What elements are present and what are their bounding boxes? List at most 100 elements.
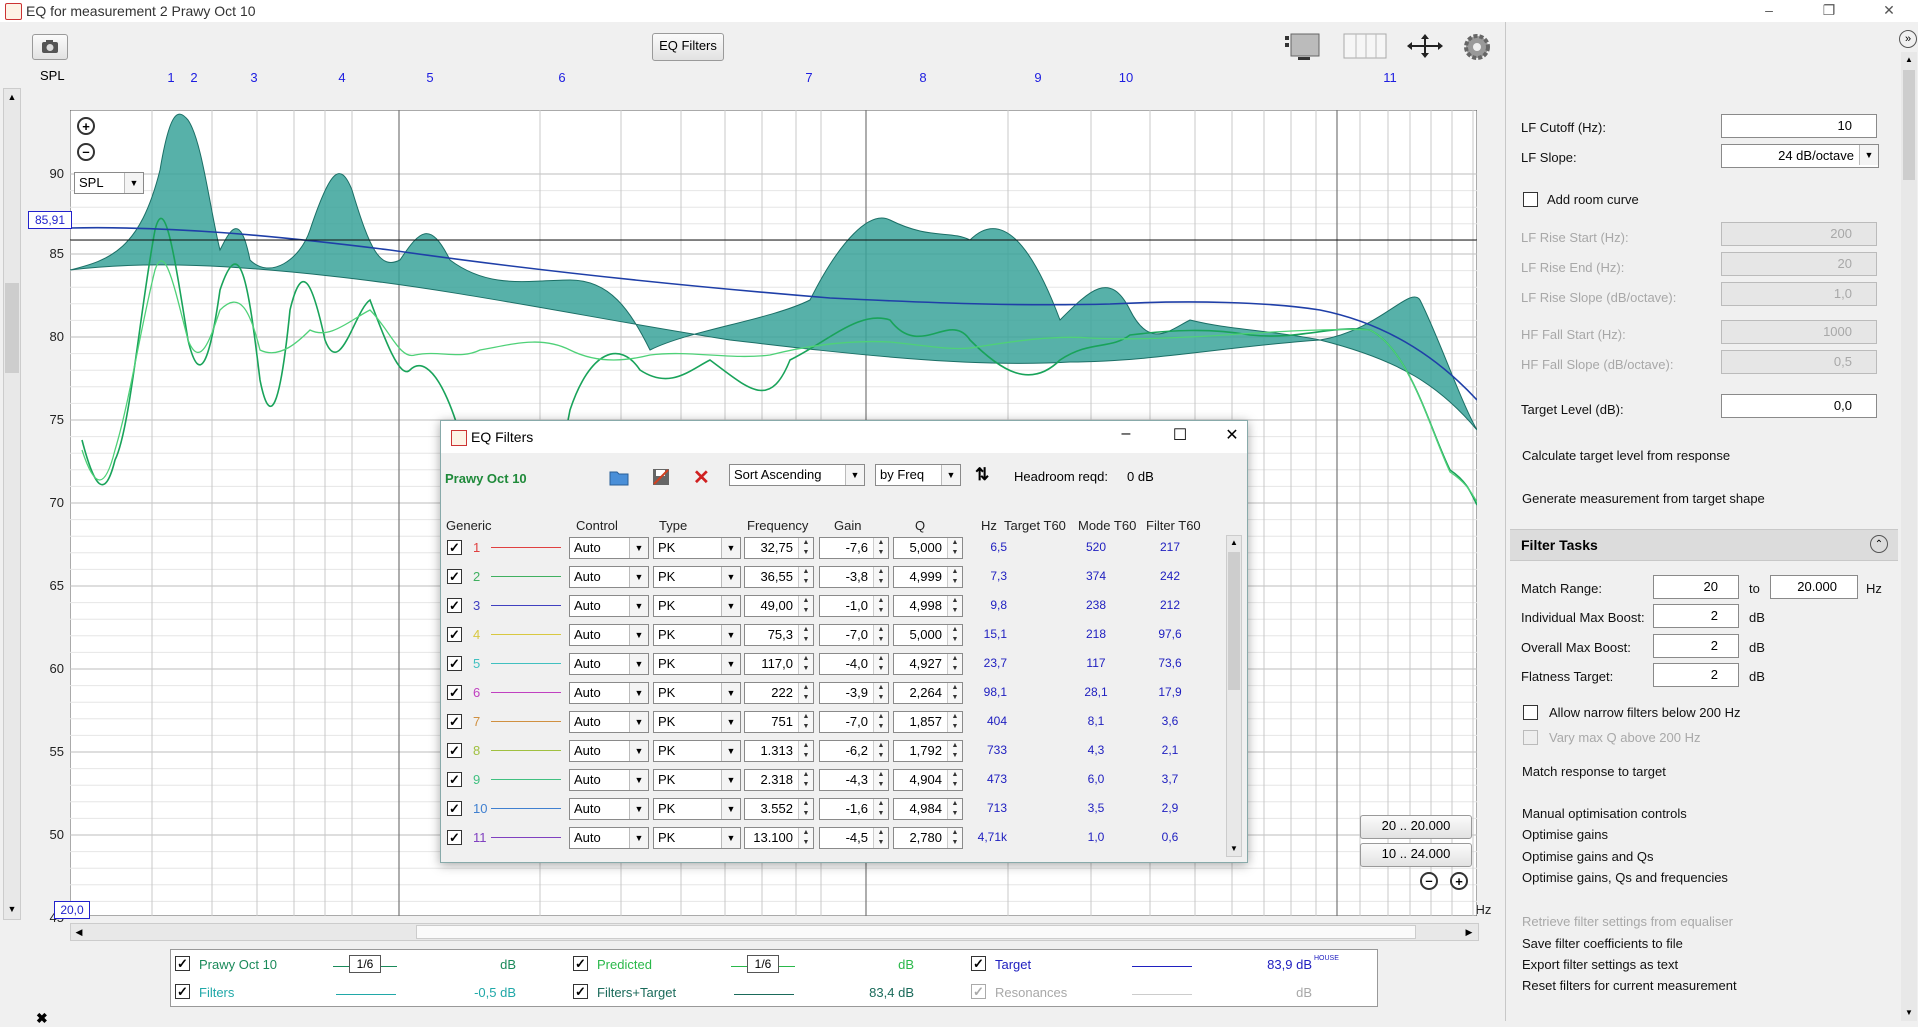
mode-marker[interactable]: 4 xyxy=(330,70,354,85)
calculate-target-level-link[interactable]: Calculate target level from response xyxy=(1522,448,1730,463)
delete-filters-icon[interactable]: ✕ xyxy=(693,465,713,489)
filter-enable-checkbox[interactable]: ✓ xyxy=(447,569,462,584)
mode-marker[interactable]: 9 xyxy=(1026,70,1050,85)
filter-type-select[interactable]: PK ▼ xyxy=(653,537,741,559)
add-room-curve-checkbox[interactable] xyxy=(1523,192,1538,207)
filter-gain-input[interactable]: -3,8 ▲ ▼ xyxy=(819,566,889,588)
panel-scrollbar[interactable]: ▲ ▼ xyxy=(1901,52,1917,1021)
legend-checkbox[interactable]: ✓ xyxy=(175,956,190,971)
spinner-icon[interactable]: ▲ ▼ xyxy=(798,712,813,732)
lf-slope-select[interactable]: 24 dB/octave ▼ xyxy=(1721,144,1879,168)
filter-control-select[interactable]: Auto ▼ xyxy=(569,827,649,849)
filter-enable-checkbox[interactable]: ✓ xyxy=(447,598,462,613)
filter-table-scrollbar[interactable]: ▲ ▼ xyxy=(1226,535,1242,857)
dialog-minimize-button[interactable]: – xyxy=(1111,425,1141,443)
filter-enable-checkbox[interactable]: ✓ xyxy=(447,743,462,758)
filter-gain-input[interactable]: -1,6 ▲ ▼ xyxy=(819,798,889,820)
spinner-icon[interactable]: ▲ ▼ xyxy=(798,770,813,790)
filter-q-input[interactable]: 4,904 ▲ ▼ xyxy=(893,769,963,791)
filter-enable-checkbox[interactable]: ✓ xyxy=(447,540,462,555)
spinner-icon[interactable]: ▲ ▼ xyxy=(798,567,813,587)
filter-type-select[interactable]: PK ▼ xyxy=(653,595,741,617)
spinner-icon[interactable]: ▲ ▼ xyxy=(873,683,888,703)
smoothing-selector[interactable]: 1/6 xyxy=(349,955,381,973)
zoom-out-icon[interactable]: – xyxy=(77,143,95,161)
filter-type-select[interactable]: PK ▼ xyxy=(653,740,741,762)
filter-control-select[interactable]: Auto ▼ xyxy=(569,711,649,733)
lf-cutoff-input[interactable]: 10 xyxy=(1721,114,1877,138)
zoom-out-x-icon[interactable]: – xyxy=(1420,872,1438,890)
spinner-icon[interactable]: ▲ ▼ xyxy=(798,538,813,558)
filter-control-select[interactable]: Auto ▼ xyxy=(569,740,649,762)
mode-marker[interactable]: 3 xyxy=(242,70,266,85)
open-filters-button[interactable] xyxy=(609,467,629,487)
overall-max-boost-input[interactable]: 2 xyxy=(1653,634,1739,658)
legend-checkbox[interactable]: ✓ xyxy=(971,956,986,971)
vertical-scrollbar[interactable]: ▲ ▼ xyxy=(3,88,21,920)
spinner-icon[interactable]: ▲ ▼ xyxy=(798,799,813,819)
scroll-left-arrow[interactable]: ◀ xyxy=(71,924,87,940)
filter-frequency-input[interactable]: 36,55 ▲ ▼ xyxy=(744,566,814,588)
filter-frequency-input[interactable]: 32,75 ▲ ▼ xyxy=(744,537,814,559)
settings-button[interactable] xyxy=(1462,32,1492,62)
vary-max-q-checkbox[interactable] xyxy=(1523,730,1538,745)
filter-enable-checkbox[interactable]: ✓ xyxy=(447,627,462,642)
filter-type-select[interactable]: PK ▼ xyxy=(653,827,741,849)
scroll-down-arrow[interactable]: ▼ xyxy=(1227,842,1241,856)
filter-enable-checkbox[interactable]: ✓ xyxy=(447,830,462,845)
mode-marker[interactable]: 10 xyxy=(1114,70,1138,85)
filter-gain-input[interactable]: -4,0 ▲ ▼ xyxy=(819,653,889,675)
mode-marker[interactable]: 2 xyxy=(182,70,206,85)
filter-q-input[interactable]: 5,000 ▲ ▼ xyxy=(893,624,963,646)
sort-order-icon[interactable]: ⇅ xyxy=(975,465,989,485)
spinner-icon[interactable]: ▲ ▼ xyxy=(873,828,888,848)
spinner-icon[interactable]: ▲ ▼ xyxy=(798,654,813,674)
filter-frequency-input[interactable]: 751 ▲ ▼ xyxy=(744,711,814,733)
horizontal-scroll-thumb[interactable] xyxy=(416,925,1416,939)
legend-checkbox[interactable]: ✓ xyxy=(573,956,588,971)
zoom-in-x-icon[interactable]: + xyxy=(1450,872,1468,890)
retrieve-filters-link[interactable]: Retrieve filter settings from equaliser xyxy=(1522,914,1733,929)
spinner-icon[interactable]: ▲ ▼ xyxy=(947,712,962,732)
spinner-icon[interactable]: ▲ ▼ xyxy=(873,625,888,645)
scroll-up-arrow[interactable]: ▲ xyxy=(4,89,20,105)
generate-measurement-link[interactable]: Generate measurement from target shape xyxy=(1522,491,1765,506)
filter-frequency-input[interactable]: 117,0 ▲ ▼ xyxy=(744,653,814,675)
spinner-icon[interactable]: ▲ ▼ xyxy=(873,538,888,558)
filter-control-select[interactable]: Auto ▼ xyxy=(569,537,649,559)
filter-q-input[interactable]: 5,000 ▲ ▼ xyxy=(893,537,963,559)
spinner-icon[interactable]: ▲ ▼ xyxy=(947,596,962,616)
spinner-icon[interactable]: ▲ ▼ xyxy=(947,567,962,587)
filter-frequency-input[interactable]: 75,3 ▲ ▼ xyxy=(744,624,814,646)
legend-checkbox[interactable]: ✓ xyxy=(573,984,588,999)
individual-max-boost-input[interactable]: 2 xyxy=(1653,604,1739,628)
range-10-24000-button[interactable]: 10 .. 24.000 xyxy=(1360,843,1472,867)
filter-scroll-thumb[interactable] xyxy=(1228,552,1240,690)
match-range-to-input[interactable]: 20.000 xyxy=(1770,575,1858,599)
filter-control-select[interactable]: Auto ▼ xyxy=(569,798,649,820)
zoom-in-icon[interactable]: + xyxy=(77,117,95,135)
filter-type-select[interactable]: PK ▼ xyxy=(653,798,741,820)
spinner-icon[interactable]: ▲ ▼ xyxy=(947,654,962,674)
spinner-icon[interactable]: ▲ ▼ xyxy=(873,741,888,761)
spinner-icon[interactable]: ▲ ▼ xyxy=(798,625,813,645)
optimise-gains-qs-link[interactable]: Optimise gains and Qs xyxy=(1522,849,1654,864)
match-response-link[interactable]: Match response to target xyxy=(1522,764,1666,779)
minimize-button[interactable]: – xyxy=(1746,0,1792,22)
spl-select[interactable]: SPL ▼ xyxy=(74,172,144,194)
filter-type-select[interactable]: PK ▼ xyxy=(653,682,741,704)
filter-enable-checkbox[interactable]: ✓ xyxy=(447,685,462,700)
column-view-button[interactable] xyxy=(1342,31,1388,61)
range-20-20000-button[interactable]: 20 .. 20.000 xyxy=(1360,815,1472,839)
hf-fall-slope-input[interactable]: 0,5 xyxy=(1721,350,1877,374)
mode-marker[interactable]: 5 xyxy=(418,70,442,85)
filter-q-input[interactable]: 4,999 ▲ ▼ xyxy=(893,566,963,588)
filter-enable-checkbox[interactable]: ✓ xyxy=(447,656,462,671)
filter-frequency-input[interactable]: 1.313 ▲ ▼ xyxy=(744,740,814,762)
sort-select[interactable]: Sort Ascending ▼ xyxy=(729,464,865,486)
lf-rise-start-input[interactable]: 200 xyxy=(1721,222,1877,246)
filter-type-select[interactable]: PK ▼ xyxy=(653,769,741,791)
scroll-up-arrow[interactable]: ▲ xyxy=(1901,52,1917,68)
layout-toggle-button[interactable] xyxy=(1282,31,1322,61)
spinner-icon[interactable]: ▲ ▼ xyxy=(873,799,888,819)
